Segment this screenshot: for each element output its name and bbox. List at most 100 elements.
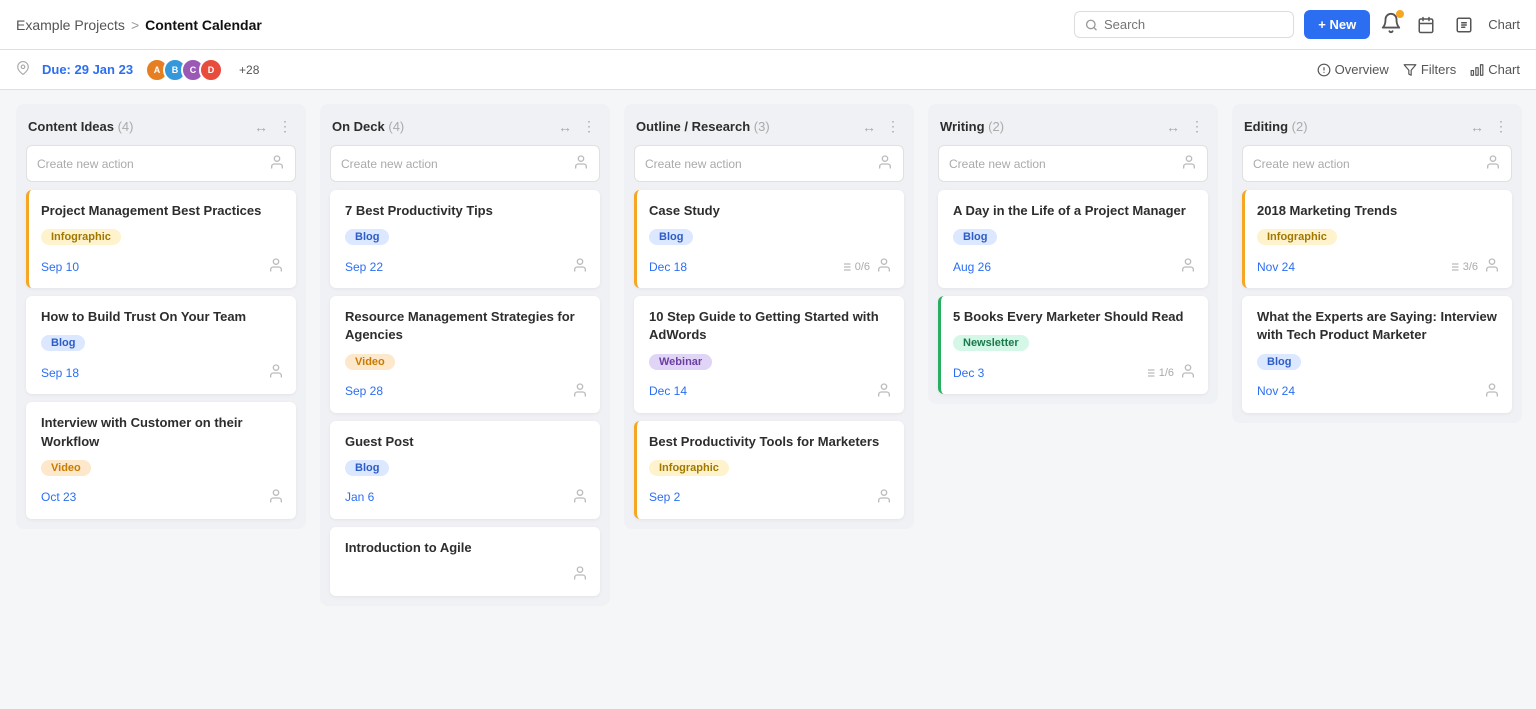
cards-list: Case Study Blog Dec 18 0/6 10 Step Guide…: [624, 190, 914, 529]
project-name[interactable]: Example Projects: [16, 17, 125, 33]
more-icon[interactable]: ⋮: [1188, 116, 1206, 137]
card-title: Guest Post: [345, 433, 588, 451]
card-tag: Video: [345, 354, 395, 370]
chart-action[interactable]: Chart: [1470, 62, 1520, 77]
card[interactable]: Case Study Blog Dec 18 0/6: [634, 190, 904, 288]
header-actions: + New Chart: [1074, 10, 1520, 39]
card[interactable]: Introduction to Agile: [330, 527, 600, 596]
column-header-actions: ↔ ⋮: [860, 116, 902, 137]
column-header: Editing (2) ↔ ⋮: [1232, 104, 1522, 145]
column-header: Outline / Research (3) ↔ ⋮: [624, 104, 914, 145]
card-title: 10 Step Guide to Getting Started with Ad…: [649, 308, 892, 344]
card-meta: [876, 488, 892, 507]
calendar-icon-btn[interactable]: [1412, 11, 1440, 39]
card-date: Aug 26: [953, 260, 991, 274]
card-footer: Sep 10: [41, 257, 284, 276]
card-meta: [268, 257, 284, 276]
expand-icon[interactable]: ↔: [1468, 117, 1486, 137]
more-icon[interactable]: ⋮: [1492, 116, 1510, 137]
card-tag: Blog: [649, 229, 693, 245]
card-title: 5 Books Every Marketer Should Read: [953, 308, 1196, 326]
card[interactable]: 5 Books Every Marketer Should Read Newsl…: [938, 296, 1208, 394]
column-title: Writing (2): [940, 119, 1004, 134]
card[interactable]: 2018 Marketing Trends Infographic Nov 24…: [1242, 190, 1512, 288]
avatars: ABCD: [145, 58, 223, 82]
card-meta: 1/6: [1144, 363, 1196, 382]
create-action[interactable]: Create new action: [938, 145, 1208, 182]
more-icon[interactable]: ⋮: [884, 116, 902, 137]
card-tag: Blog: [953, 229, 997, 245]
card[interactable]: 7 Best Productivity Tips Blog Sep 22: [330, 190, 600, 288]
column-header: Content Ideas (4) ↔ ⋮: [16, 104, 306, 145]
card[interactable]: A Day in the Life of a Project Manager B…: [938, 190, 1208, 288]
create-action[interactable]: Create new action: [330, 145, 600, 182]
notification-bell[interactable]: [1380, 12, 1402, 37]
column-editing: Editing (2) ↔ ⋮ Create new action 2018 M…: [1232, 104, 1522, 423]
card[interactable]: What the Experts are Saying: Interview w…: [1242, 296, 1512, 412]
more-count: +28: [239, 63, 259, 77]
page-title: Content Calendar: [145, 17, 262, 33]
card-footer: Sep 22: [345, 257, 588, 276]
column-header-actions: ↔ ⋮: [556, 116, 598, 137]
card[interactable]: Resource Management Strategies for Agenc…: [330, 296, 600, 412]
card-title: Case Study: [649, 202, 892, 220]
column-title: Content Ideas (4): [28, 119, 133, 134]
bar-chart-icon: [1470, 63, 1484, 77]
card-tag: Newsletter: [953, 335, 1029, 351]
search-icon: [1085, 18, 1098, 32]
card-tag: Blog: [1257, 354, 1301, 370]
card-footer: [345, 565, 588, 584]
card-title: 2018 Marketing Trends: [1257, 202, 1500, 220]
card-date: Dec 3: [953, 366, 984, 380]
more-icon[interactable]: ⋮: [580, 116, 598, 137]
search-input[interactable]: [1104, 17, 1283, 32]
column-content-ideas: Content Ideas (4) ↔ ⋮ Create new action …: [16, 104, 306, 529]
card-meta: [1180, 257, 1196, 276]
card-title: Project Management Best Practices: [41, 202, 284, 220]
card[interactable]: 10 Step Guide to Getting Started with Ad…: [634, 296, 904, 412]
expand-icon[interactable]: ↔: [860, 117, 878, 137]
filters-action[interactable]: Filters: [1403, 62, 1456, 77]
assign-icon: [269, 154, 285, 173]
card-footer: Aug 26: [953, 257, 1196, 276]
card-assignee-icon: [876, 382, 892, 401]
card[interactable]: Guest Post Blog Jan 6: [330, 421, 600, 519]
avatar: D: [199, 58, 223, 82]
search-box[interactable]: [1074, 11, 1294, 38]
card[interactable]: Project Management Best Practices Infogr…: [26, 190, 296, 288]
new-button[interactable]: + New: [1304, 10, 1370, 39]
card-tag: Infographic: [41, 229, 121, 245]
overview-action[interactable]: Overview: [1317, 62, 1389, 77]
expand-icon[interactable]: ↔: [252, 117, 270, 137]
card-assignee-icon: [876, 257, 892, 276]
more-icon[interactable]: ⋮: [276, 116, 294, 137]
card-assignee-icon: [572, 257, 588, 276]
create-action[interactable]: Create new action: [1242, 145, 1512, 182]
pin-icon[interactable]: [16, 61, 30, 78]
column-title: Editing (2): [1244, 119, 1308, 134]
card-date: Sep 22: [345, 260, 383, 274]
card[interactable]: How to Build Trust On Your Team Blog Sep…: [26, 296, 296, 394]
subtask-info: 1/6: [1144, 367, 1174, 379]
cards-list: 2018 Marketing Trends Infographic Nov 24…: [1232, 190, 1522, 423]
create-action[interactable]: Create new action: [26, 145, 296, 182]
create-action[interactable]: Create new action: [634, 145, 904, 182]
sub-header-left: Due: 29 Jan 23 ABCD +28: [16, 58, 259, 82]
card-footer: Nov 24 3/6: [1257, 257, 1500, 276]
card-title: Best Productivity Tools for Marketers: [649, 433, 892, 451]
card[interactable]: Best Productivity Tools for Marketers In…: [634, 421, 904, 519]
card-footer: Sep 18: [41, 363, 284, 382]
card-meta: [572, 257, 588, 276]
chart-label[interactable]: Chart: [1488, 17, 1520, 32]
card[interactable]: Interview with Customer on their Workflo…: [26, 402, 296, 518]
breadcrumb-separator: >: [131, 17, 139, 33]
assign-icon: [573, 154, 589, 173]
card-assignee-icon: [268, 257, 284, 276]
list-icon-btn[interactable]: [1450, 11, 1478, 39]
expand-icon[interactable]: ↔: [1164, 117, 1182, 137]
expand-icon[interactable]: ↔: [556, 117, 574, 137]
subtask-info: 3/6: [1448, 261, 1478, 273]
column-header-actions: ↔ ⋮: [1164, 116, 1206, 137]
column-header-actions: ↔ ⋮: [252, 116, 294, 137]
card-assignee-icon: [572, 565, 588, 584]
